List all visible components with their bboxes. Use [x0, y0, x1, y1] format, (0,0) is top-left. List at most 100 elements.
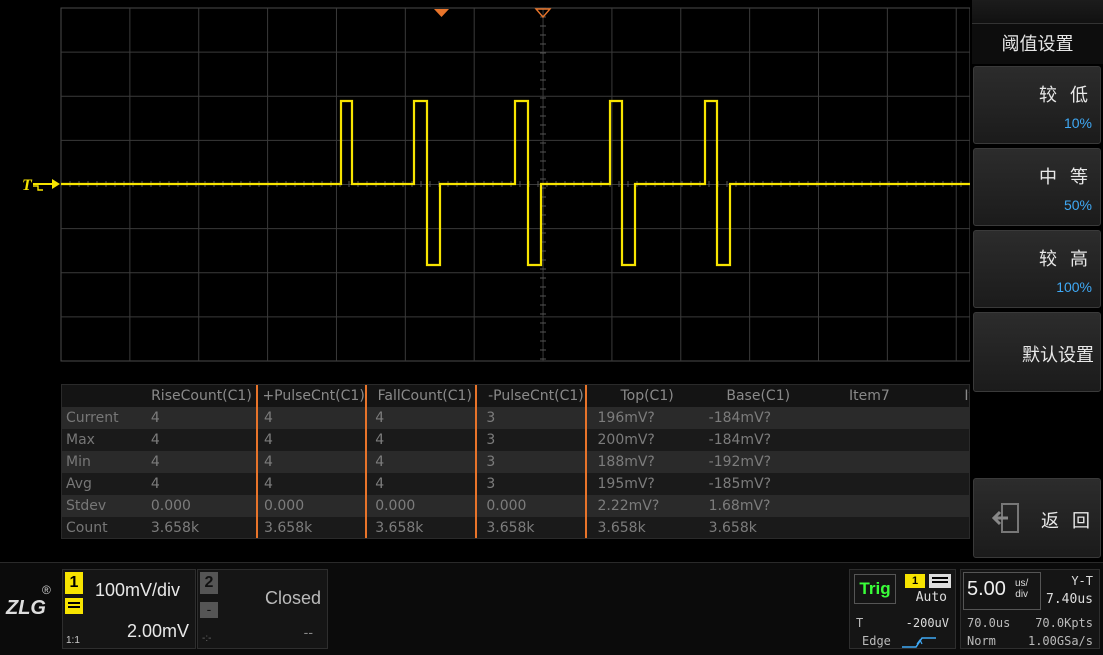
table-cell [924, 517, 969, 538]
table-cell: 196mV? [591, 407, 703, 429]
table-row: Max 4 4 4 3 200mV? -184mV? [62, 429, 969, 451]
table-cell [813, 407, 925, 429]
threshold-menu: 阈值设置 较 低 10% 中 等 50% 较 高 100% 默认设置 返 回 [970, 0, 1103, 560]
table-cell: -192mV? [702, 451, 814, 473]
table-cell: 4 [144, 451, 259, 473]
table-cell: 0.000 [369, 495, 481, 517]
dc-coupling-icon [65, 598, 83, 614]
dc-coupling-icon [929, 574, 951, 588]
probe-ratio: 1:1 [66, 635, 80, 646]
record-length: 70.0us [967, 616, 1011, 630]
table-cell: 4 [144, 407, 259, 429]
button-value: 100% [1056, 279, 1092, 295]
row-label: Min [62, 451, 145, 473]
table-cell: 4 [258, 473, 370, 495]
svg-text:T: T [22, 177, 33, 194]
row-label: Avg [62, 473, 145, 495]
table-cell [924, 451, 969, 473]
table-cell: 3.658k [591, 517, 703, 538]
table-cell [924, 473, 969, 495]
button-label: 较 高 [1038, 249, 1092, 269]
acquire-mode: Norm [967, 634, 996, 648]
button-label: 默认设置 [1022, 345, 1094, 365]
sample-rate: 1.00GSa/s [1027, 634, 1093, 648]
channel1-offset: 2.00mV [126, 621, 189, 641]
trigger-mode: Auto [915, 590, 947, 605]
menu-tab-strip [972, 0, 1103, 24]
table-cell [813, 473, 925, 495]
row-label: Stdev [62, 495, 145, 517]
memory-depth: 70.0Kpts [1035, 616, 1093, 630]
channel1-scale: 100mV/div [95, 580, 181, 600]
table-cell [813, 429, 925, 451]
table-cell: 0.000 [480, 495, 592, 517]
back-icon [992, 503, 1019, 533]
table-cell: 3.658k [369, 517, 481, 538]
table-cell [813, 451, 925, 473]
channel2-panel[interactable]: 2 - Closed -:- -- [197, 569, 328, 649]
channel1-number-badge: 1 [65, 572, 83, 594]
table-cell: 3.658k [480, 517, 592, 538]
back-button[interactable]: 返 回 [973, 478, 1101, 558]
trigger-source-badge: 1 [905, 574, 925, 588]
table-cell [924, 407, 969, 429]
threshold-high-button[interactable]: 较 高 100% [973, 230, 1101, 308]
channel1-panel[interactable]: 1 1:1 100mV/div 2.00mV [62, 569, 196, 649]
table-row: Avg 4 4 4 3 195mV? -185mV? [62, 473, 969, 495]
channel2-coupling-icon: - [200, 602, 218, 618]
threshold-medium-button[interactable]: 中 等 50% [973, 148, 1101, 226]
rising-edge-icon [902, 637, 936, 648]
table-row: Current 4 4 4 3 196mV? -184mV? [62, 407, 969, 429]
table-cell: 3 [480, 451, 592, 473]
table-cell: 3.658k [144, 517, 259, 538]
table-cell: 4 [258, 429, 370, 451]
trigger-panel[interactable]: Trig 1 Auto T -200uV Edge [849, 569, 956, 649]
button-label: 中 等 [1038, 167, 1092, 187]
table-header: Item7 [813, 385, 925, 407]
timebase-delay: 7.40us [1046, 592, 1093, 607]
table-row: Stdev 0.000 0.000 0.000 0.000 2.22mV? 1.68mV? [62, 495, 969, 517]
table-cell: 195mV? [591, 473, 703, 495]
table-header: -PulseCnt(C1) [480, 385, 592, 407]
table-cell: 3.658k [258, 517, 370, 538]
measurement-table: RiseCount(C1) +PulseCnt(C1) FallCount(C1… [61, 384, 970, 539]
table-cell: 188mV? [591, 451, 703, 473]
button-value: 50% [1063, 197, 1092, 213]
table-cell: -184mV? [702, 429, 814, 451]
trigger-level-label: T [856, 616, 864, 630]
table-cell [924, 495, 969, 517]
table-cell: 4 [258, 407, 370, 429]
table-header [62, 385, 145, 407]
table-cell: 4 [369, 429, 481, 451]
registered-mark: ® [42, 583, 51, 597]
table-row: Min 4 4 4 3 188mV? -192mV? [62, 451, 969, 473]
table-header: +PulseCnt(C1) [258, 385, 370, 407]
timebase-mode: Y-T [1071, 574, 1093, 588]
table-cell: 3 [480, 407, 592, 429]
table-cell: 3 [480, 429, 592, 451]
button-label: 返 回 [1040, 511, 1094, 531]
table-cell: 1.68mV? [702, 495, 814, 517]
row-label: Current [62, 407, 145, 429]
table-header: RiseCount(C1) [144, 385, 259, 407]
waveform-display[interactable]: T [0, 0, 970, 380]
timebase-scale: 5.00 [967, 578, 1006, 600]
row-label: Count [62, 517, 145, 538]
trigger-level-marker: T [22, 177, 60, 194]
channel2-number-badge: 2 [200, 572, 218, 594]
table-cell: 4 [258, 451, 370, 473]
table-cell: 3.658k [702, 517, 814, 538]
trigger-level: -200uV [905, 616, 949, 630]
button-value: 10% [1063, 115, 1092, 131]
channel2-probe: -:- [202, 633, 212, 644]
default-settings-button[interactable]: 默认设置 [973, 312, 1101, 392]
threshold-low-button[interactable]: 较 低 10% [973, 66, 1101, 144]
table-cell [813, 517, 925, 538]
table-cell: 3 [480, 473, 592, 495]
table-header: Base(C1) [702, 385, 814, 407]
table-header: FallCount(C1) [369, 385, 481, 407]
channel2-offset: -- [303, 624, 313, 640]
table-cell: 0.000 [258, 495, 370, 517]
timebase-panel[interactable]: 5.00 us/ div Y-T 7.40us 70.0us 70.0Kpts … [960, 569, 1100, 649]
table-cell: 200mV? [591, 429, 703, 451]
